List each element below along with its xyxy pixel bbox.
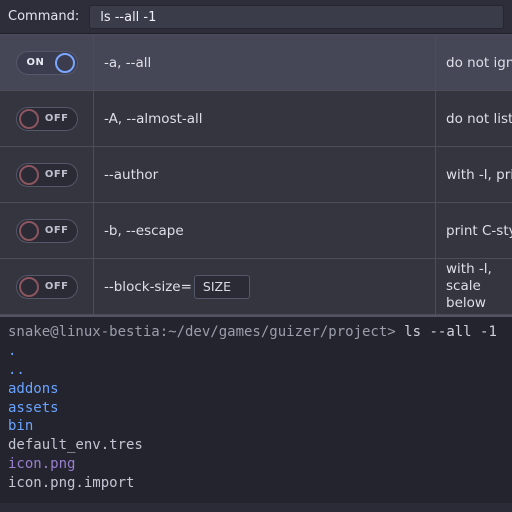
option-row-all: ON -a, --all do not ignore <box>0 35 512 91</box>
terminal-line: assets <box>8 400 59 416</box>
terminal-line: default_env.tres <box>8 437 143 453</box>
option-desc: do not list im <box>446 111 512 127</box>
terminal-output[interactable]: snake@linux-bestia:~/dev/games/guizer/pr… <box>0 315 512 503</box>
option-row-block-size: OFF --block-size= SIZE with -l, scale be… <box>0 259 512 315</box>
option-desc: with -l, print t <box>446 167 512 183</box>
terminal-line: .. <box>8 362 25 378</box>
option-desc: print C-style e <box>446 223 512 239</box>
options-table: ON -a, --all do not ignore OFF -A, --alm… <box>0 34 512 315</box>
toggle-all[interactable]: ON <box>16 51 78 75</box>
option-flag: -b, --escape <box>104 223 184 239</box>
terminal-line: bin <box>8 418 33 434</box>
block-size-input[interactable]: SIZE <box>194 275 250 299</box>
toggle-knob <box>19 221 39 241</box>
toggle-knob <box>55 53 75 73</box>
command-bar: Command: ls --all -1 <box>0 0 512 34</box>
toggle-knob <box>19 109 39 129</box>
terminal-line: addons <box>8 381 59 397</box>
toggle-knob <box>19 277 39 297</box>
toggle-escape[interactable]: OFF <box>16 219 78 243</box>
option-flag: --author <box>104 167 158 183</box>
option-row-author: OFF --author with -l, print t <box>0 147 512 203</box>
option-row-almost-all: OFF -A, --almost-all do not list im <box>0 91 512 147</box>
command-input[interactable]: ls --all -1 <box>89 5 504 29</box>
option-row-escape: OFF -b, --escape print C-style e <box>0 203 512 259</box>
command-label: Command: <box>8 9 89 24</box>
toggle-author[interactable]: OFF <box>16 163 78 187</box>
option-flag: -A, --almost-all <box>104 111 203 127</box>
terminal-line: icon.png.import <box>8 475 134 491</box>
option-desc: do not ignore <box>446 55 512 71</box>
terminal-prompt: snake@linux-bestia:~/dev/games/guizer/pr… <box>8 324 396 340</box>
toggle-block-size[interactable]: OFF <box>16 275 78 299</box>
option-desc: with -l, scale below <box>446 261 502 312</box>
option-flag: --block-size= <box>104 279 192 295</box>
terminal-command: ls --all -1 <box>404 324 497 340</box>
toggle-label: OFF <box>45 281 69 292</box>
toggle-label: OFF <box>45 169 69 180</box>
toggle-almost-all[interactable]: OFF <box>16 107 78 131</box>
terminal-line: icon.png <box>8 456 75 472</box>
option-flag: -a, --all <box>104 55 151 71</box>
toggle-label: OFF <box>45 225 69 236</box>
toggle-label: OFF <box>45 113 69 124</box>
terminal-line: . <box>8 343 16 359</box>
toggle-knob <box>19 165 39 185</box>
toggle-label: ON <box>27 57 45 68</box>
